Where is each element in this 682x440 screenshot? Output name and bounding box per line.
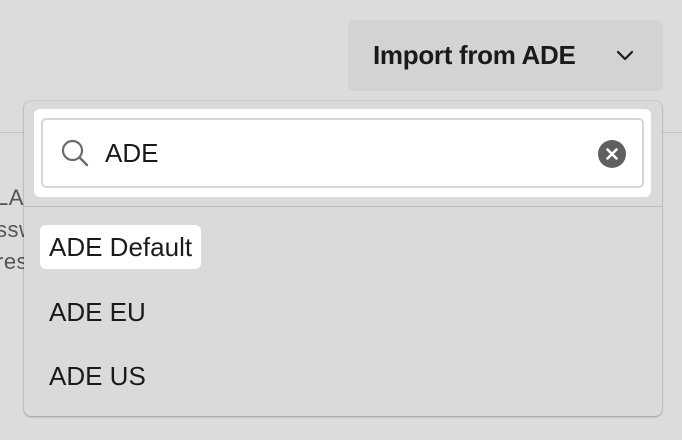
import-dropdown-menu: ADE Default ADE EU ADE US [24, 101, 662, 416]
search-icon [61, 139, 89, 167]
search-input[interactable] [105, 132, 575, 174]
background-text-fragment: LA [0, 185, 24, 210]
option-ade-default[interactable]: ADE Default [40, 225, 202, 269]
option-ade-us[interactable]: ADE US [40, 354, 155, 398]
search-focus-ring [34, 109, 651, 197]
clear-icon[interactable] [598, 140, 626, 168]
search-box[interactable] [41, 118, 644, 188]
dropdown-divider [24, 206, 662, 207]
option-ade-eu[interactable]: ADE EU [40, 290, 155, 334]
page: LA ssw res Import from ADE AD [0, 0, 682, 440]
import-button-label: Import from ADE [373, 40, 576, 70]
import-from-ade-button[interactable]: Import from ADE [348, 20, 663, 91]
chevron-down-icon [616, 50, 634, 61]
